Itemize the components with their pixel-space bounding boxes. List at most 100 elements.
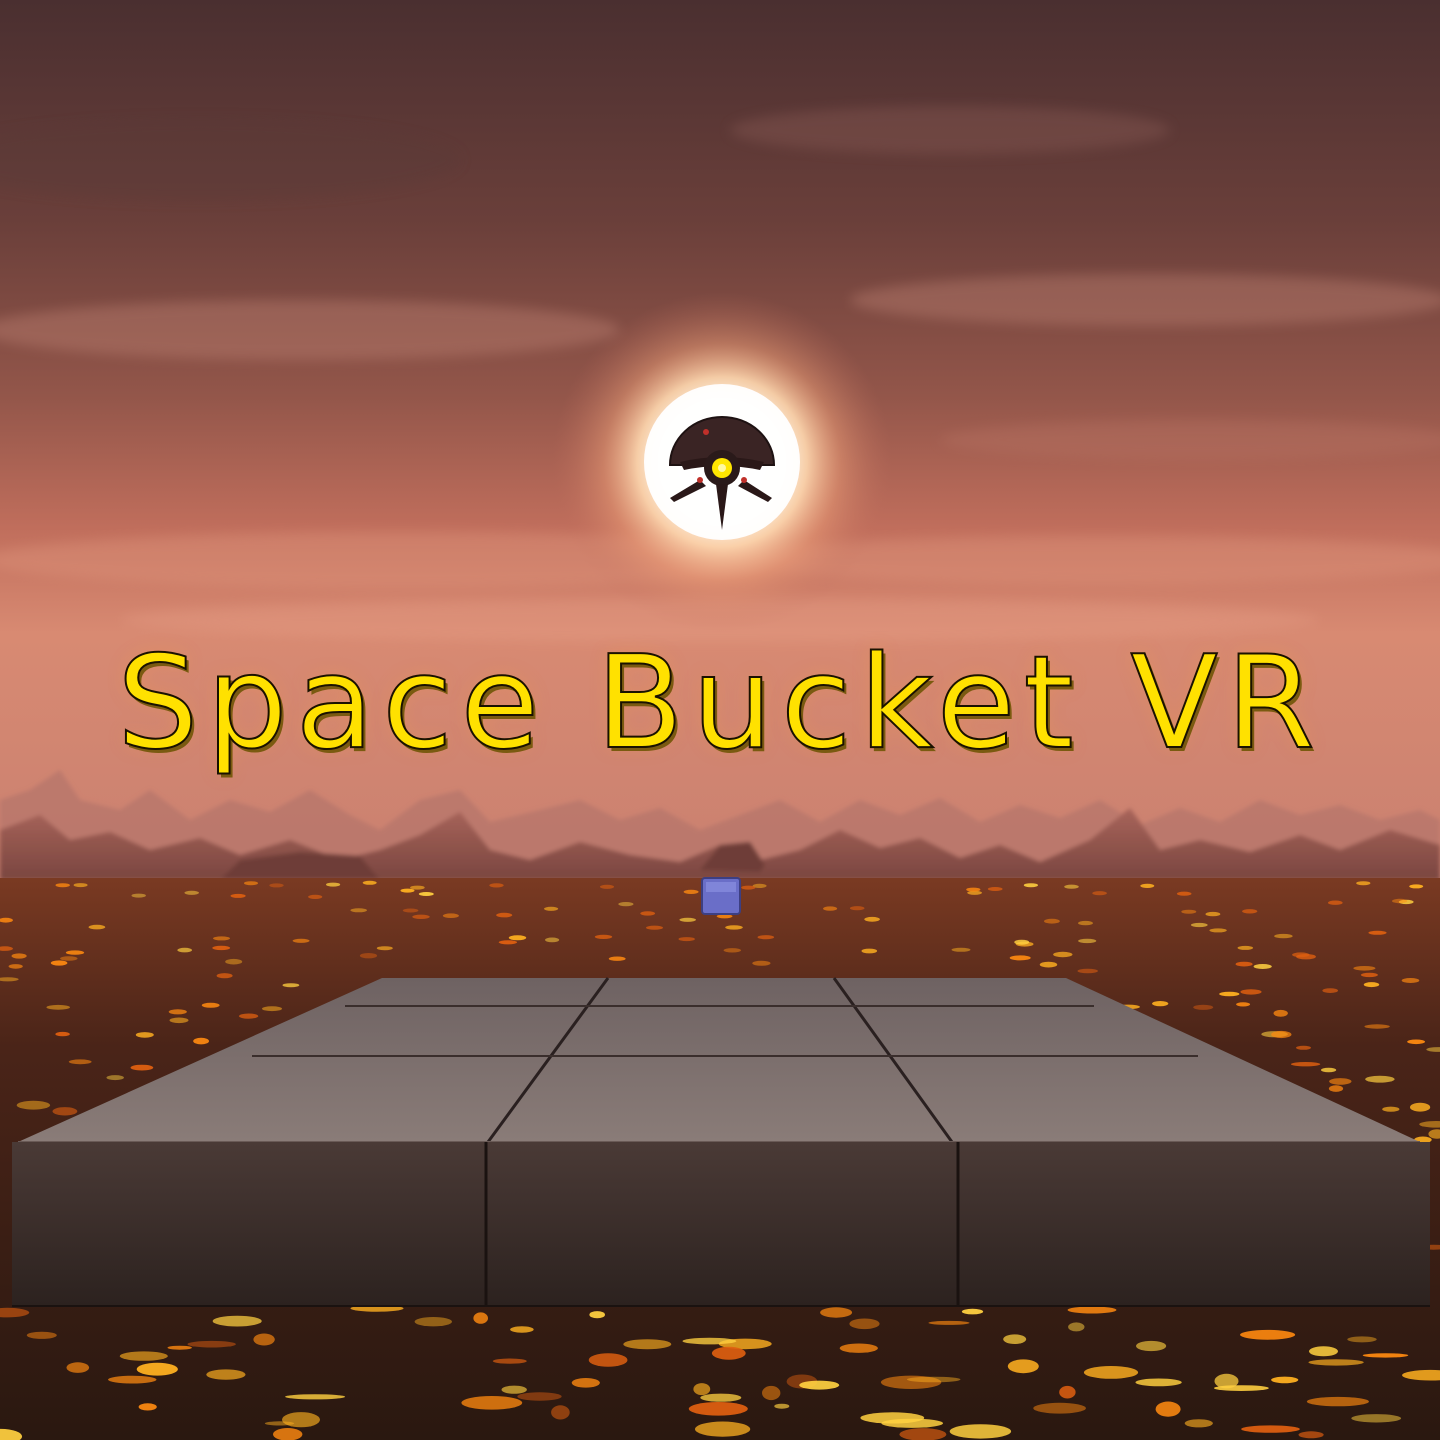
lava-spot	[571, 1378, 600, 1388]
lava-spot	[1209, 928, 1227, 933]
lava-spot	[725, 925, 743, 930]
lava-spot	[762, 1385, 781, 1401]
lava-spot	[418, 892, 434, 896]
lava-spot	[599, 884, 615, 889]
lava-spot	[187, 1340, 236, 1348]
lava-spot	[1083, 1366, 1139, 1379]
lava-spot	[169, 1017, 189, 1024]
lava-spot	[700, 1393, 742, 1402]
lava-spot	[206, 1369, 246, 1380]
lava-spot	[1290, 1062, 1321, 1067]
lava-spot	[282, 1412, 320, 1428]
lava-spot	[66, 1362, 90, 1373]
lava-spot	[588, 1353, 628, 1367]
lava-spot	[1410, 1102, 1431, 1112]
lava-spot	[376, 946, 393, 951]
lava-spot	[1007, 1359, 1039, 1374]
blue-cube	[701, 877, 741, 915]
lava-spot	[1271, 1030, 1292, 1039]
game-title: Space Bucket VR	[116, 629, 1323, 778]
lava-spot	[1401, 978, 1420, 983]
lava-spot	[130, 1064, 154, 1071]
lava-spot	[679, 917, 696, 922]
lava-spot	[823, 906, 838, 911]
lava-spot	[350, 908, 368, 913]
lava-spot	[961, 1308, 984, 1315]
lava-spot	[225, 958, 243, 965]
lava-spot	[1237, 945, 1254, 950]
lava-spot	[510, 1326, 534, 1333]
lava-spot	[1044, 918, 1060, 924]
lava-spot	[1078, 938, 1097, 944]
lava-spot	[949, 1424, 1012, 1439]
lava-spot	[410, 885, 425, 890]
lava-spot	[1190, 922, 1208, 928]
lava-spot	[1362, 1353, 1409, 1358]
lava-spot	[1235, 961, 1253, 967]
lava-spot	[1184, 1419, 1213, 1428]
lava-spot	[1407, 1039, 1425, 1045]
lava-spot	[1321, 1067, 1337, 1073]
lava-spot	[138, 1403, 157, 1411]
lava-spot	[683, 889, 699, 895]
lava-spot	[473, 1312, 489, 1324]
lava-spot	[1392, 898, 1408, 904]
lava-spot	[907, 1376, 961, 1383]
lava-spot	[230, 893, 246, 898]
lava-spot	[1309, 1346, 1338, 1357]
lava-spot	[362, 880, 377, 885]
lava-spot	[489, 883, 504, 888]
lava-spot	[928, 1320, 970, 1325]
lava-spot	[88, 924, 106, 930]
lava-spot	[1155, 1401, 1181, 1417]
lava-spot	[1003, 1334, 1027, 1344]
lava-spot	[1039, 961, 1058, 968]
lava-spot	[508, 935, 527, 941]
lava-spot	[1328, 900, 1343, 905]
lava-spot	[496, 912, 513, 918]
lava-spot	[774, 1403, 790, 1409]
lava-spot	[1360, 972, 1378, 978]
lava-spot	[1053, 951, 1073, 958]
lava-spot	[723, 948, 741, 953]
lava-spot	[292, 938, 310, 943]
lava-spot	[1140, 883, 1155, 889]
lava-spot	[861, 948, 878, 954]
lava-spot	[65, 950, 85, 955]
lava-spot	[951, 947, 971, 952]
lava-spot	[1023, 883, 1038, 888]
lava-spot	[1329, 1078, 1352, 1085]
lava-spot	[285, 1394, 346, 1400]
lava-spot	[1351, 1414, 1402, 1423]
lava-spot	[442, 913, 459, 918]
lava-spot	[16, 1100, 51, 1110]
lava-spot	[646, 925, 663, 930]
lava-spot	[1214, 1373, 1239, 1389]
lava-spot	[1242, 909, 1258, 914]
lava-spot	[269, 883, 284, 888]
lava-spot	[131, 893, 146, 898]
lava-spot	[402, 908, 419, 913]
lava-spot	[1176, 891, 1192, 896]
lava-spot	[501, 1385, 527, 1394]
lava-spot	[711, 1346, 746, 1360]
lava-spot	[492, 1358, 527, 1364]
lava-spot	[55, 883, 70, 888]
lava-spot	[308, 894, 323, 900]
lava-spot	[966, 887, 981, 892]
lava-spot	[594, 934, 613, 940]
lava-spot	[1409, 884, 1424, 889]
lava-spot	[1356, 881, 1371, 886]
lava-spot	[1240, 989, 1262, 995]
lava-spot	[262, 1006, 282, 1012]
lava-spot	[193, 1037, 210, 1045]
lava-spot	[216, 973, 233, 979]
lava-spot	[860, 1412, 925, 1424]
lava-spot	[1219, 991, 1240, 997]
lava-spot	[757, 935, 775, 940]
lava-spot	[618, 902, 634, 907]
lava-spot	[26, 1331, 57, 1339]
lava-spot	[1368, 930, 1387, 935]
lava-spot	[741, 885, 756, 890]
lava-spot	[1292, 952, 1310, 958]
